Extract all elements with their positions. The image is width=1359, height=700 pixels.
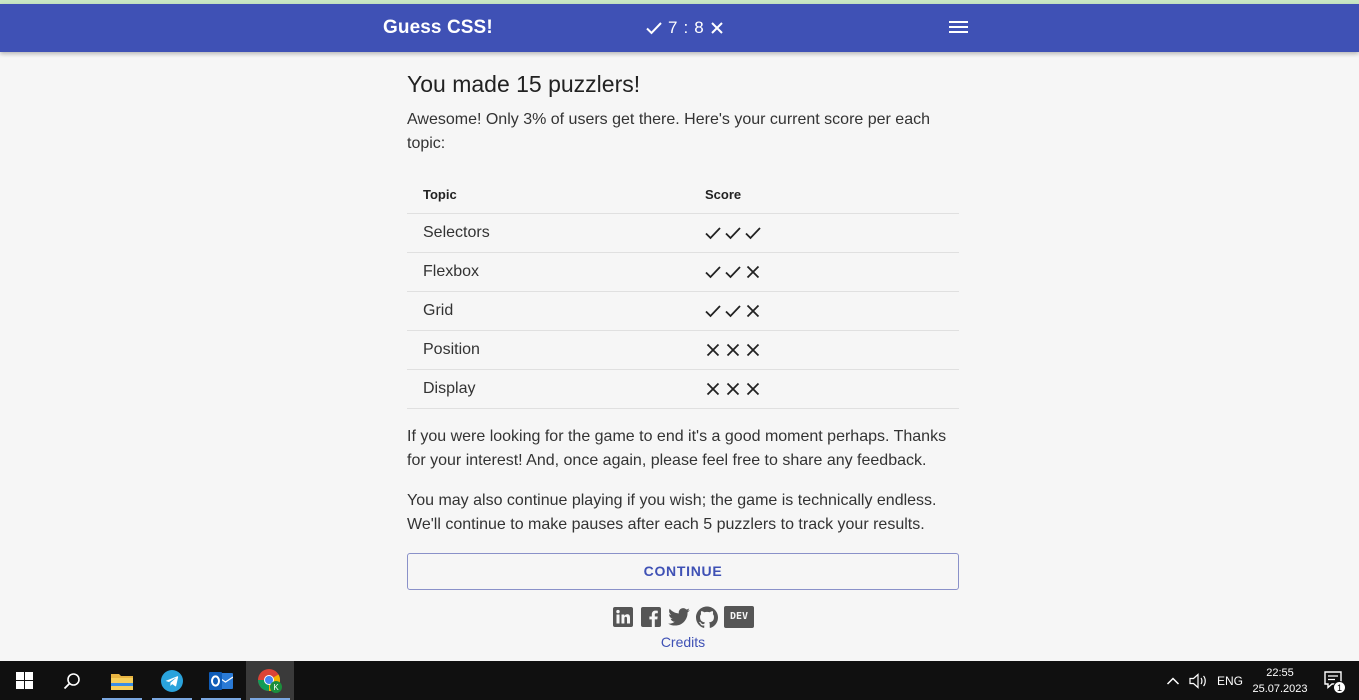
table-row: Selectors — [407, 213, 959, 253]
system-clock[interactable]: 22:55 25.07.2023 — [1251, 665, 1309, 697]
topic-cell: Position — [407, 330, 705, 370]
table-row: Display — [407, 369, 959, 409]
score-cell — [705, 330, 959, 370]
score-marks — [705, 265, 943, 279]
score-marks — [705, 343, 943, 357]
cross-icon — [746, 343, 760, 356]
search-icon[interactable] — [48, 661, 96, 700]
telegram-icon[interactable] — [148, 661, 196, 700]
dev-icon[interactable]: DEV — [724, 605, 754, 628]
github-icon[interactable] — [696, 605, 718, 628]
check-icon — [705, 265, 721, 278]
dev-badge-text: DEV — [724, 605, 754, 628]
topic-cell: Grid — [407, 291, 705, 331]
clock-time: 22:55 — [1266, 667, 1294, 679]
outlook-icon[interactable] — [197, 661, 245, 700]
cross-icon — [726, 382, 740, 395]
table-row: Flexbox — [407, 252, 959, 292]
twitter-icon[interactable] — [668, 606, 690, 628]
score-marks — [705, 226, 943, 240]
topic-cell: Selectors — [407, 213, 705, 253]
end-message: If you were looking for the game to end … — [407, 427, 947, 469]
score-correct: 7 — [668, 18, 678, 37]
column-header-score: Score — [705, 176, 959, 214]
cross-icon — [706, 343, 720, 356]
social-links: DEV — [407, 605, 959, 628]
windows-taskbar: K ENG 22:55 25.07.2023 1 — [0, 661, 1359, 700]
continue-button[interactable]: CONTINUE — [407, 552, 959, 590]
column-header-topic: Topic — [407, 176, 705, 214]
table-header-row: Topic Score — [407, 176, 959, 214]
check-icon — [725, 304, 741, 317]
score-cell — [705, 291, 959, 331]
file-explorer-icon[interactable] — [98, 661, 146, 700]
topic-cell: Display — [407, 369, 705, 409]
score-cell — [705, 252, 959, 292]
score-table: Topic Score Selectors Flexbox Grid Position… — [407, 176, 959, 409]
check-icon — [725, 226, 741, 239]
check-icon — [646, 22, 662, 35]
check-icon — [705, 226, 721, 239]
hamburger-menu-icon[interactable] — [947, 18, 971, 38]
cross-icon — [746, 304, 760, 317]
volume-icon[interactable] — [1189, 661, 1209, 700]
score-cell — [705, 213, 959, 253]
cross-icon — [706, 382, 720, 395]
score-separator: : — [683, 18, 689, 37]
check-icon — [705, 304, 721, 317]
credits-link[interactable]: Credits — [407, 634, 959, 650]
app-bar: Guess CSS! 7 : 8 — [0, 4, 1359, 52]
cross-icon — [726, 343, 740, 356]
tray-overflow-icon[interactable] — [1166, 661, 1180, 700]
chrome-icon[interactable]: K — [246, 661, 294, 700]
score-counter: 7 : 8 — [646, 18, 724, 38]
table-row: Grid — [407, 291, 959, 331]
windows-start-icon[interactable] — [0, 661, 48, 700]
results-panel: You made 15 puzzlers! Awesome! Only 3% o… — [407, 70, 959, 650]
notification-icon[interactable]: 1 — [1323, 670, 1346, 694]
topic-cell: Flexbox — [407, 252, 705, 292]
notification-count: 1 — [1333, 681, 1346, 694]
check-icon — [745, 226, 761, 239]
score-wrong: 8 — [694, 18, 704, 37]
linkedin-icon[interactable] — [612, 606, 634, 628]
score-cell — [705, 369, 959, 409]
table-row: Position — [407, 330, 959, 370]
continue-message: You may also continue playing if you wis… — [407, 491, 937, 533]
intro-text: Awesome! Only 3% of users get there. Her… — [407, 111, 930, 152]
language-indicator[interactable]: ENG — [1217, 661, 1243, 700]
check-icon — [725, 265, 741, 278]
cross-icon — [746, 382, 760, 395]
app-title[interactable]: Guess CSS! — [383, 17, 493, 39]
close-icon — [710, 22, 723, 34]
page-title: You made 15 puzzlers! — [407, 71, 641, 97]
cross-icon — [746, 265, 760, 278]
score-marks — [705, 382, 943, 396]
score-marks — [705, 304, 943, 318]
facebook-icon[interactable] — [640, 606, 662, 628]
clock-date: 25.07.2023 — [1252, 683, 1308, 695]
svg-text:K: K — [273, 683, 279, 692]
